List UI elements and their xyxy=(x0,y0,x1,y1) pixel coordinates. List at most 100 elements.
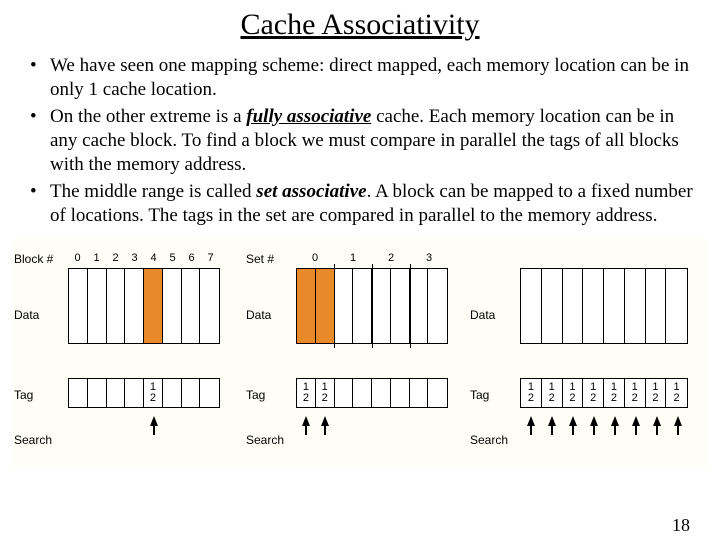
tag-val: 2 xyxy=(569,393,575,404)
tag-cell xyxy=(410,379,429,407)
num: 3 xyxy=(410,252,448,264)
tag-cell: 12 xyxy=(144,379,163,407)
num: 1 xyxy=(334,252,372,264)
block xyxy=(88,269,107,343)
block xyxy=(542,269,563,343)
num: 0 xyxy=(296,252,334,264)
tag-cell xyxy=(163,379,182,407)
label-tag: Tag xyxy=(246,388,265,402)
tag-cell xyxy=(372,379,391,407)
num: 2 xyxy=(106,252,125,264)
bullet-text: On the other extreme is a xyxy=(50,106,246,127)
tag-cell xyxy=(353,379,372,407)
search-arrow-icon xyxy=(548,416,556,426)
block-numbers: 0 1 2 3 4 5 6 7 xyxy=(68,252,220,264)
num: 4 xyxy=(144,252,163,264)
tag-cell xyxy=(107,379,126,407)
block xyxy=(563,269,584,343)
set-divider xyxy=(334,264,335,348)
search-arrow-icon xyxy=(321,416,329,426)
block xyxy=(182,269,201,343)
tag-cell xyxy=(182,379,201,407)
label-data: Data xyxy=(470,308,495,322)
tag-val: 2 xyxy=(549,393,555,404)
block xyxy=(125,269,144,343)
tag-blocks: 12 12 12 12 12 12 12 12 xyxy=(520,378,688,408)
tag-cell xyxy=(391,379,410,407)
block-highlighted xyxy=(297,269,316,343)
bullet-text: We have seen one mapping scheme: direct … xyxy=(50,55,689,100)
block xyxy=(625,269,646,343)
tag-cell: 12 xyxy=(646,379,667,407)
tag-cell xyxy=(200,379,219,407)
tag-val: 2 xyxy=(632,393,638,404)
tag-cell: 12 xyxy=(604,379,625,407)
tag-cell: 12 xyxy=(563,379,584,407)
tag-cell: 12 xyxy=(625,379,646,407)
search-arrow-icon xyxy=(527,416,535,426)
search-arrow-icon xyxy=(150,416,158,426)
bullet-list: We have seen one mapping scheme: direct … xyxy=(0,54,720,228)
block xyxy=(583,269,604,343)
label-data: Data xyxy=(246,308,271,322)
data-blocks xyxy=(68,268,220,344)
tag-cell: 12 xyxy=(666,379,687,407)
panel-fully-associative: Data Tag Search 12 12 12 12 12 12 12 12 xyxy=(470,238,698,468)
label-tag: Tag xyxy=(14,388,33,402)
tag-cell xyxy=(335,379,354,407)
search-arrow-icon xyxy=(674,416,682,426)
search-arrow-icon xyxy=(569,416,577,426)
tag-val: 2 xyxy=(674,393,680,404)
block xyxy=(372,269,391,343)
block xyxy=(646,269,667,343)
bullet-text: The middle range is called xyxy=(50,181,256,202)
block xyxy=(521,269,542,343)
tag-blocks: 12 12 xyxy=(296,378,448,408)
emph-fully-associative: fully associative xyxy=(246,106,371,127)
tag-val: 2 xyxy=(303,393,309,404)
label-tag: Tag xyxy=(470,388,489,402)
num: 2 xyxy=(372,252,410,264)
block xyxy=(69,269,88,343)
page-title: Cache Associativity xyxy=(0,8,720,42)
tag-cell: 12 xyxy=(521,379,542,407)
block xyxy=(391,269,410,343)
tag-val: 2 xyxy=(528,393,534,404)
tag-val: 2 xyxy=(611,393,617,404)
label-block-num: Block # xyxy=(14,252,53,266)
block xyxy=(353,269,372,343)
search-arrow-icon xyxy=(590,416,598,426)
associativity-figure: Block # Data Tag Search 0 1 2 3 4 5 6 7 xyxy=(14,238,706,468)
label-search: Search xyxy=(470,433,508,447)
num: 6 xyxy=(182,252,201,264)
tag-val: 2 xyxy=(322,393,328,404)
tag-val: 2 xyxy=(652,393,658,404)
num: 3 xyxy=(125,252,144,264)
search-arrow-icon xyxy=(611,416,619,426)
block xyxy=(410,269,429,343)
block xyxy=(428,269,447,343)
search-arrow-icon xyxy=(653,416,661,426)
page-number: 18 xyxy=(672,515,690,536)
block xyxy=(666,269,687,343)
num: 0 xyxy=(68,252,87,264)
tag-cell: 12 xyxy=(542,379,563,407)
set-divider xyxy=(410,264,411,348)
tag-cell: 12 xyxy=(583,379,604,407)
num: 5 xyxy=(163,252,182,264)
label-search: Search xyxy=(246,433,284,447)
bullet-item: On the other extreme is a fully associat… xyxy=(36,105,696,178)
set-divider xyxy=(372,264,373,348)
block xyxy=(163,269,182,343)
tag-cell: 12 xyxy=(297,379,316,407)
tag-val: 2 xyxy=(590,393,596,404)
tag-cell xyxy=(69,379,88,407)
emph-set-associative: set associative xyxy=(256,181,366,202)
label-data: Data xyxy=(14,308,39,322)
search-arrow-icon xyxy=(632,416,640,426)
tag-cell xyxy=(125,379,144,407)
tag-cell xyxy=(88,379,107,407)
tag-cell xyxy=(428,379,447,407)
num: 7 xyxy=(201,252,220,264)
tag-val: 2 xyxy=(150,393,156,404)
